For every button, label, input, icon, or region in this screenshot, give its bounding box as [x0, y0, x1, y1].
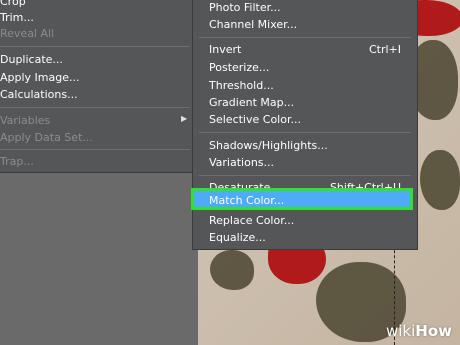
foliage-shape: [210, 250, 254, 290]
menu-item-variables: Variables: [0, 114, 51, 127]
menu-item-calculations[interactable]: Calculations...: [0, 87, 78, 103]
menu-item-selective-color[interactable]: Selective Color...: [209, 112, 301, 128]
menu-item-label: Match Color...: [209, 194, 285, 207]
watermark-prefix: wiki: [385, 322, 416, 340]
menu-item-replace-color[interactable]: Replace Color...: [209, 213, 294, 229]
menu-item-photo-filter[interactable]: Photo Filter...: [209, 0, 281, 16]
menu-item-crop[interactable]: Crop: [0, 0, 26, 10]
menu-separator: [0, 46, 190, 47]
submenu-arrow-icon: ▶: [181, 114, 188, 123]
adjustments-submenu: Photo Filter... Channel Mixer... Invert …: [191, 0, 418, 250]
menu-item-shadows-highlights[interactable]: Shadows/Highlights...: [209, 138, 328, 154]
wikihow-watermark: wikiHow: [386, 322, 452, 340]
image-menu: Crop Trim... Reveal All Duplicate... App…: [0, 0, 193, 173]
watermark-suffix: How: [415, 322, 452, 340]
menu-item-trap: Trap...: [0, 155, 34, 168]
menu-separator: [199, 175, 411, 176]
menu-separator: [199, 132, 411, 133]
menu-item-duplicate[interactable]: Duplicate...: [0, 52, 63, 68]
menu-item-match-color[interactable]: Match Color...: [191, 188, 413, 210]
menu-separator: [0, 107, 190, 108]
menu-item-reveal-all: Reveal All: [0, 27, 55, 40]
menu-item-equalize[interactable]: Equalize...: [209, 230, 266, 246]
menu-item-gradient-map[interactable]: Gradient Map...: [209, 95, 294, 111]
menu-item-apply-data-set: Apply Data Set...: [0, 131, 93, 144]
foliage-shape: [420, 150, 460, 210]
shortcut-invert: Ctrl+I: [368, 43, 401, 56]
menu-item-apply-image[interactable]: Apply Image...: [0, 70, 80, 86]
menu-item-posterize[interactable]: Posterize...: [209, 60, 269, 76]
menu-item-invert[interactable]: Invert: [209, 42, 241, 58]
menu-item-trim[interactable]: Trim...: [0, 10, 34, 26]
menu-separator: [0, 149, 190, 150]
menu-item-variations[interactable]: Variations...: [209, 155, 274, 171]
menu-item-channel-mixer[interactable]: Channel Mixer...: [209, 17, 297, 33]
menu-separator: [199, 37, 411, 38]
menu-item-threshold[interactable]: Threshold...: [209, 78, 274, 94]
